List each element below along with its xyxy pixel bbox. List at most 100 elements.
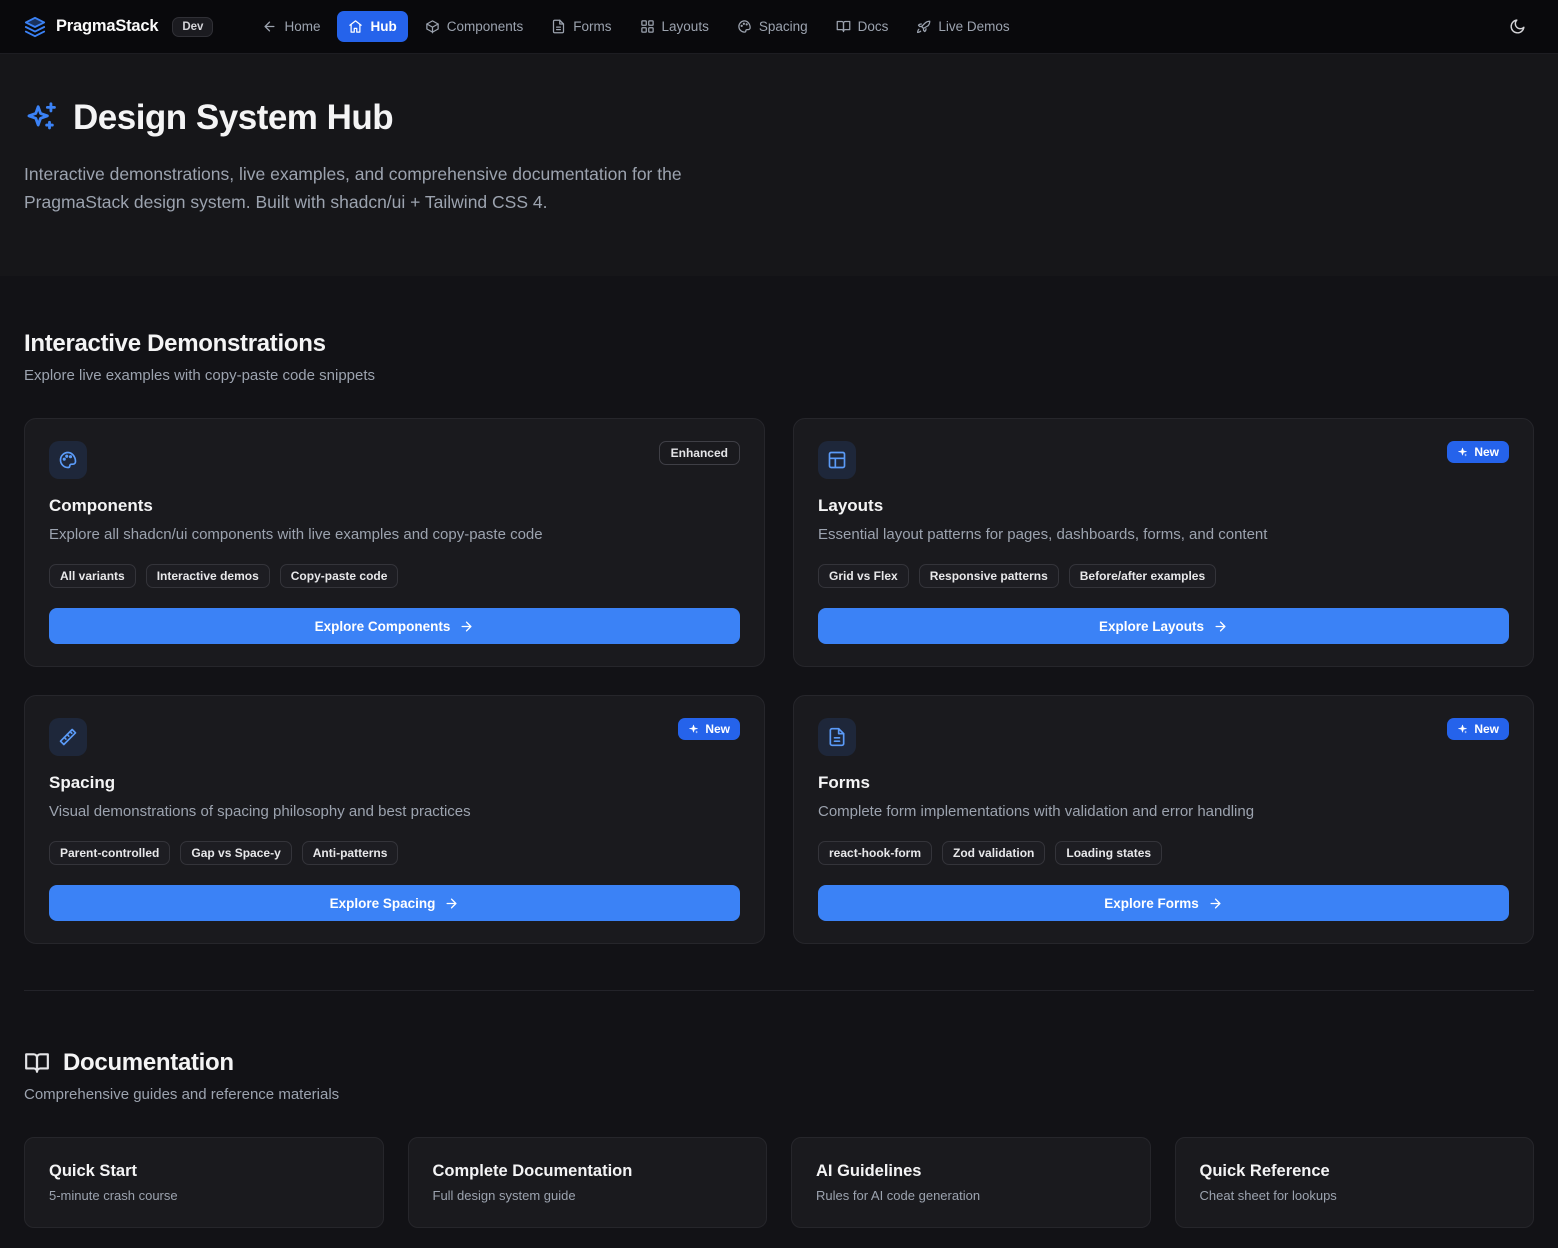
- explore-forms-button[interactable]: Explore Forms: [818, 885, 1509, 921]
- nav-item-layouts[interactable]: Layouts: [629, 11, 720, 42]
- tag-row: Parent-controlled Gap vs Space-y Anti-pa…: [49, 841, 740, 865]
- card-description: Complete form implementations with valid…: [818, 801, 1509, 823]
- cta-label: Explore Spacing: [330, 896, 436, 911]
- card-title: Components: [49, 496, 740, 516]
- nav-item-spacing[interactable]: Spacing: [726, 11, 819, 42]
- docs-subheading: Comprehensive guides and reference mater…: [24, 1086, 1534, 1103]
- sparkle-icon: [1457, 447, 1468, 458]
- env-badge: Dev: [172, 17, 213, 37]
- demos-heading: Interactive Demonstrations: [24, 330, 1534, 358]
- doc-card-title: AI Guidelines: [816, 1162, 1126, 1181]
- cta-label: Explore Forms: [1104, 896, 1199, 911]
- card-title: Layouts: [818, 496, 1509, 516]
- badge-label: New: [1474, 722, 1499, 736]
- tag: Responsive patterns: [919, 564, 1059, 588]
- docs-heading: Documentation: [63, 1049, 234, 1077]
- card-description: Visual demonstrations of spacing philoso…: [49, 801, 740, 823]
- main-nav: Home Hub Components Forms Layouts: [251, 11, 1020, 42]
- doc-card-complete-documentation[interactable]: Complete Documentation Full design syste…: [408, 1137, 768, 1228]
- doc-card-quick-start[interactable]: Quick Start 5-minute crash course: [24, 1137, 384, 1228]
- tag: Loading states: [1055, 841, 1162, 865]
- demos-subheading: Explore live examples with copy-paste co…: [24, 367, 1534, 384]
- badge-label: New: [1474, 445, 1499, 459]
- doc-card-description: Full design system guide: [433, 1188, 743, 1203]
- nav-item-forms[interactable]: Forms: [540, 11, 622, 42]
- theme-toggle-button[interactable]: [1501, 10, 1534, 43]
- tag: All variants: [49, 564, 136, 588]
- book-open-icon: [836, 19, 851, 34]
- card-description: Explore all shadcn/ui components with li…: [49, 524, 740, 546]
- rocket-icon: [916, 19, 931, 34]
- nav-item-hub[interactable]: Hub: [337, 11, 407, 42]
- new-badge: New: [678, 718, 740, 740]
- arrow-right-icon: [1213, 619, 1228, 634]
- demos-section: Interactive Demonstrations Explore live …: [24, 276, 1534, 944]
- nav-item-label: Live Demos: [938, 19, 1009, 34]
- new-badge: New: [1447, 441, 1509, 463]
- book-open-icon: [24, 1050, 50, 1076]
- arrow-right-icon: [1208, 896, 1223, 911]
- demo-card-components: Enhanced Components Explore all shadcn/u…: [24, 418, 765, 667]
- tag-row: All variants Interactive demos Copy-past…: [49, 564, 740, 588]
- nav-item-label: Spacing: [759, 19, 808, 34]
- explore-components-button[interactable]: Explore Components: [49, 608, 740, 644]
- brand-logo-link[interactable]: PragmaStack Dev: [24, 16, 213, 38]
- card-title: Spacing: [49, 773, 740, 793]
- sparkle-icon: [688, 724, 699, 735]
- nav-item-components[interactable]: Components: [414, 11, 535, 42]
- palette-icon: [737, 19, 752, 34]
- cta-label: Explore Components: [315, 619, 451, 634]
- arrow-left-icon: [262, 19, 277, 34]
- tag-row: react-hook-form Zod validation Loading s…: [818, 841, 1509, 865]
- file-text-icon: [551, 19, 566, 34]
- status-badge: Enhanced: [659, 441, 740, 465]
- doc-card-title: Quick Reference: [1200, 1162, 1510, 1181]
- nav-item-home[interactable]: Home: [251, 11, 331, 42]
- page-title: Design System Hub: [73, 98, 393, 138]
- card-title: Forms: [818, 773, 1509, 793]
- nav-item-label: Forms: [573, 19, 611, 34]
- cta-label: Explore Layouts: [1099, 619, 1204, 634]
- explore-layouts-button[interactable]: Explore Layouts: [818, 608, 1509, 644]
- layout-panel-icon: [818, 441, 856, 479]
- sparkles-icon: [24, 101, 58, 135]
- nav-item-docs[interactable]: Docs: [825, 11, 900, 42]
- tag: Before/after examples: [1069, 564, 1216, 588]
- nav-item-label: Hub: [370, 19, 396, 34]
- main-content: Interactive Demonstrations Explore live …: [0, 276, 1558, 1248]
- doc-card-title: Quick Start: [49, 1162, 359, 1181]
- doc-card-title: Complete Documentation: [433, 1162, 743, 1181]
- file-text-icon: [818, 718, 856, 756]
- demo-card-spacing: New Spacing Visual demonstrations of spa…: [24, 695, 765, 944]
- tag: Gap vs Space-y: [180, 841, 291, 865]
- doc-card-description: Cheat sheet for lookups: [1200, 1188, 1510, 1203]
- card-description: Essential layout patterns for pages, das…: [818, 524, 1509, 546]
- tag: Zod validation: [942, 841, 1045, 865]
- doc-card-description: 5-minute crash course: [49, 1188, 359, 1203]
- nav-item-live-demos[interactable]: Live Demos: [905, 11, 1020, 42]
- demo-card-forms: New Forms Complete form implementations …: [793, 695, 1534, 944]
- doc-card-ai-guidelines[interactable]: AI Guidelines Rules for AI code generati…: [791, 1137, 1151, 1228]
- nav-item-label: Components: [447, 19, 524, 34]
- sparkle-icon: [1457, 724, 1468, 735]
- doc-card-description: Rules for AI code generation: [816, 1188, 1126, 1203]
- explore-spacing-button[interactable]: Explore Spacing: [49, 885, 740, 921]
- nav-item-label: Docs: [858, 19, 889, 34]
- arrow-right-icon: [444, 896, 459, 911]
- demo-card-layouts: New Layouts Essential layout patterns fo…: [793, 418, 1534, 667]
- docs-cards-grid: Quick Start 5-minute crash course Comple…: [24, 1137, 1534, 1228]
- palette-icon: [49, 441, 87, 479]
- navbar-actions: [1501, 10, 1534, 43]
- tag: Anti-patterns: [302, 841, 399, 865]
- docs-section: Documentation Comprehensive guides and r…: [24, 991, 1534, 1228]
- ruler-icon: [49, 718, 87, 756]
- tag: Copy-paste code: [280, 564, 399, 588]
- home-icon: [348, 19, 363, 34]
- doc-card-quick-reference[interactable]: Quick Reference Cheat sheet for lookups: [1175, 1137, 1535, 1228]
- tag: Grid vs Flex: [818, 564, 909, 588]
- top-navbar: PragmaStack Dev Home Hub Components Fo: [0, 0, 1558, 54]
- moon-icon: [1509, 18, 1526, 35]
- tag: Parent-controlled: [49, 841, 170, 865]
- nav-item-label: Layouts: [662, 19, 709, 34]
- grid-icon: [640, 19, 655, 34]
